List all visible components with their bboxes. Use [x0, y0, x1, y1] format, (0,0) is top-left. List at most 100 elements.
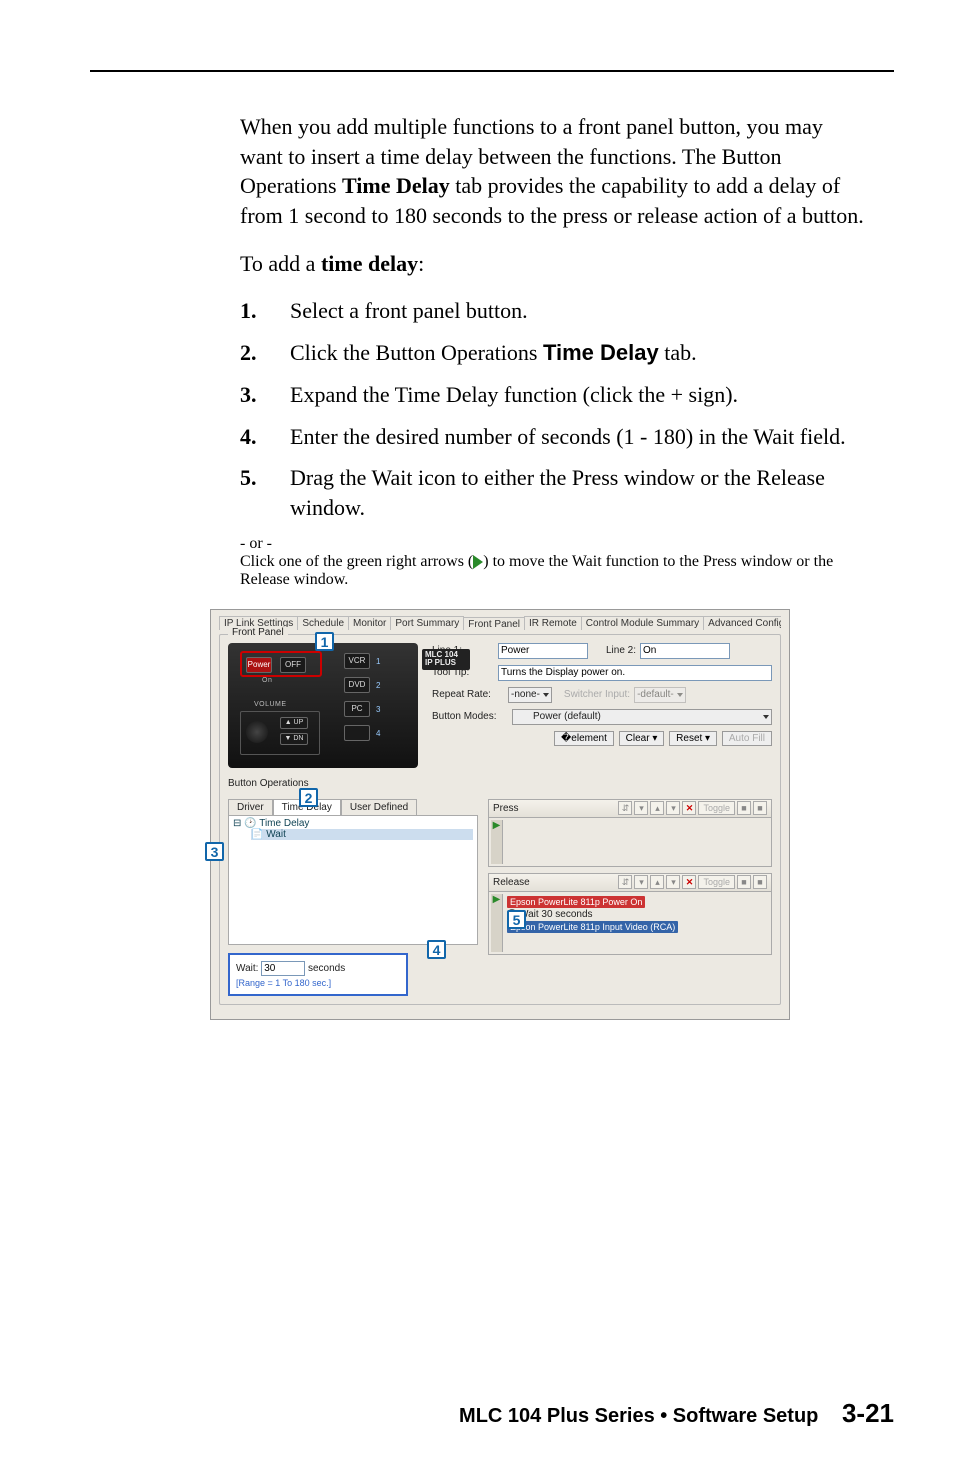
badge-2: 2: [376, 681, 426, 690]
bold-text: Time Delay: [342, 173, 450, 198]
release-arrow[interactable]: ▶: [491, 894, 503, 952]
steps-list: 1. Select a front panel button. 2. Click…: [240, 296, 864, 522]
reset-button[interactable]: Reset ▾: [669, 731, 717, 746]
tool-dd-icon[interactable]: ▾: [634, 875, 648, 889]
step-number: 3.: [240, 380, 290, 410]
press-header: Press ⇵▾ ▴▾ ✕ Toggle ■■: [489, 800, 771, 818]
wait-input[interactable]: [261, 961, 305, 976]
n: 5: [240, 465, 251, 490]
btn-pc[interactable]: PC: [344, 701, 370, 717]
tab-irremote[interactable]: IR Remote: [524, 616, 582, 630]
n: 2: [240, 340, 251, 365]
press-body[interactable]: ▶: [489, 818, 771, 866]
step-number: 1.: [240, 296, 290, 326]
toolbar-buttons: �element Clear ▾ Reset ▾ Auto Fill: [432, 731, 772, 746]
btn-blank[interactable]: [344, 725, 370, 741]
v: Power (default): [515, 711, 601, 722]
line1-input[interactable]: [498, 643, 588, 659]
t: Click one of the green right arrows (: [240, 553, 473, 570]
wait-label: Wait:: [236, 963, 258, 974]
repeat-select[interactable]: -none-: [508, 687, 552, 703]
tool-toggle: Toggle: [698, 801, 735, 815]
device-model-label: MLC 104 IP PLUS: [422, 649, 470, 671]
wait-field-box: Wait: seconds [Range = 1 To 180 sec.]: [228, 953, 408, 996]
step-number: 5.: [240, 463, 290, 522]
bo-label: Button Operations: [228, 778, 772, 789]
tree-wait[interactable]: 📄 Wait: [251, 829, 473, 840]
or-line: - or -: [240, 535, 864, 553]
n: 3: [240, 382, 251, 407]
tree-root[interactable]: ⊟ 🕑 Time Delay: [233, 818, 473, 829]
callout-3: 3: [205, 842, 224, 861]
text: To add a: [240, 251, 321, 276]
rel-line-3[interactable]: Epson PowerLite 811p Input Video (RCA): [507, 921, 765, 933]
bo-right: Press ⇵▾ ▴▾ ✕ Toggle ■■ ▶: [488, 799, 772, 996]
tab-frontpanel[interactable]: Front Panel: [463, 617, 525, 630]
tool-delete-icon[interactable]: ✕: [682, 801, 696, 815]
tooltip-input[interactable]: [498, 665, 772, 681]
tab-advanced[interactable]: Advanced Configuration: [703, 616, 781, 630]
btn-vol-dn[interactable]: ▼ DN: [280, 733, 308, 745]
rel-line-2[interactable]: Wait 30 seconds: [507, 908, 765, 921]
top-tab-row: IP Link SettingsScheduleMonitorPort Summ…: [219, 616, 781, 630]
t: Wait 30 seconds: [519, 909, 593, 920]
press-arrow[interactable]: ▶: [491, 820, 503, 864]
line1-row: Line 1: Line 2:: [432, 643, 772, 659]
tool-move-icon[interactable]: ⇵: [618, 875, 632, 889]
line2-input[interactable]: [640, 643, 730, 659]
tool-move-icon[interactable]: ⇵: [618, 801, 632, 815]
press-toolbar: ⇵▾ ▴▾ ✕ Toggle ■■: [618, 801, 767, 815]
tab-driver[interactable]: Driver: [228, 799, 273, 815]
clear-button[interactable]: Clear ▾: [619, 731, 665, 746]
tool-dd-icon[interactable]: ▾: [634, 801, 648, 815]
btn-dvd[interactable]: DVD: [344, 677, 370, 693]
step-1: 1. Select a front panel button.: [240, 296, 864, 326]
tool-up-icon[interactable]: ▴: [650, 875, 664, 889]
btn-vcr[interactable]: VCR: [344, 653, 370, 669]
tab-controlmodule[interactable]: Control Module Summary: [581, 616, 704, 630]
btn-power[interactable]: Power: [246, 657, 272, 673]
modes-select[interactable]: Power (default): [512, 709, 772, 725]
tab-portsummary[interactable]: Port Summary: [390, 616, 464, 630]
tool-b-icon[interactable]: ■: [753, 875, 767, 889]
tool-b-icon[interactable]: ■: [753, 801, 767, 815]
btn-off[interactable]: OFF: [280, 657, 306, 673]
badge-1: 1: [376, 657, 426, 666]
t: Time Delay: [259, 818, 309, 829]
wait-range: [Range = 1 To 180 sec.]: [236, 978, 400, 988]
button-operations: Driver Time Delay User Defined ⊟ 🕑 Time De…: [228, 799, 772, 996]
repeat-row: Repeat Rate: -none- Switcher Input: -def…: [432, 687, 772, 703]
step-3: 3. Expand the Time Delay function (click…: [240, 380, 864, 410]
tool-a-icon[interactable]: ■: [737, 801, 751, 815]
lbl-volume: VOLUME: [254, 701, 287, 708]
function-tree[interactable]: ⊟ 🕑 Time Delay 📄 Wait: [228, 815, 478, 945]
step-text: Click the Button Operations Time Delay t…: [290, 338, 864, 368]
tool-down-icon[interactable]: ▾: [666, 801, 680, 815]
tool-up-icon[interactable]: ▴: [650, 801, 664, 815]
t: Click the Button Operations: [290, 340, 543, 365]
release-body[interactable]: ▶ Epson PowerLite 811p Power On Wait 30 …: [489, 892, 771, 954]
tab-schedule[interactable]: Schedule: [297, 616, 349, 630]
tool-down-icon[interactable]: ▾: [666, 875, 680, 889]
step-4: 4. Enter the desired number of seconds (…: [240, 422, 864, 452]
tab-monitor[interactable]: Monitor: [348, 616, 391, 630]
release-toolbar: ⇵▾ ▴▾ ✕ Toggle ■■: [618, 875, 767, 889]
group-label: Front Panel: [228, 627, 288, 638]
badge-3: 3: [376, 705, 426, 714]
btn-vol-up[interactable]: ▲ UP: [280, 717, 308, 729]
t: Epson PowerLite 811p Power On: [507, 896, 645, 908]
page-footer: MLC 104 Plus Series • Software Setup 3-2…: [459, 1398, 894, 1429]
tool-a-icon[interactable]: ■: [737, 875, 751, 889]
bo-left: Driver Time Delay User Defined ⊟ 🕑 Time De…: [228, 799, 478, 996]
tool-delete-icon[interactable]: ✕: [682, 875, 696, 889]
text: :: [418, 251, 424, 276]
apply-button[interactable]: �element: [554, 731, 614, 746]
footer-page: 3-21: [842, 1398, 894, 1428]
rel-line-1[interactable]: Epson PowerLite 811p Power On: [507, 896, 765, 908]
step-2: 2. Click the Button Operations Time Dela…: [240, 338, 864, 368]
t: tab.: [659, 340, 697, 365]
tab-user-defined[interactable]: User Defined: [341, 799, 417, 815]
caret-icon: [543, 693, 549, 697]
front-panel-group: Front Panel Power OFF On VCR DVD PC 1 2 …: [219, 634, 781, 1005]
tooltip-row: Tool Tip:: [432, 665, 772, 681]
